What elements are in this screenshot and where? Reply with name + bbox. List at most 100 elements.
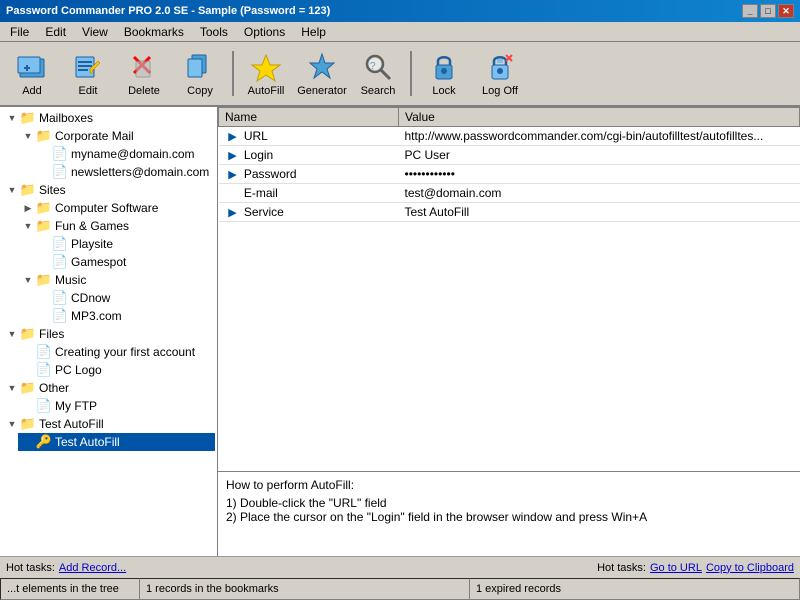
menu-tools[interactable]: Tools: [194, 23, 234, 41]
menu-bar: File Edit View Bookmarks Tools Options H…: [0, 22, 800, 42]
svg-text:?: ?: [370, 61, 376, 72]
maximize-button[interactable]: □: [760, 4, 776, 18]
tree-item-computer-software[interactable]: ▶ 📁 Computer Software: [18, 199, 215, 217]
tree-item-test-autofill[interactable]: ▶ 🔑 Test AutoFill: [18, 433, 215, 451]
folder-icon: 📁: [20, 416, 36, 432]
tree-item-mp3[interactable]: ▶ 📄 MP3.com: [34, 307, 215, 325]
tree-item-test-autofill-folder[interactable]: ▼ 📁 Test AutoFill: [2, 415, 215, 433]
delete-button[interactable]: Delete: [118, 46, 170, 101]
row-name-password: ▶ Password: [219, 165, 399, 184]
right-panel: Name Value ▶ URL http://www.passwordcomm…: [218, 107, 800, 556]
tree-label-mp3: MP3.com: [71, 309, 122, 323]
tree-panel[interactable]: ▼ 📁 Mailboxes ▼ 📁 Corporate Mail ▶ 📄 myn…: [0, 107, 218, 556]
ftp-icon: 📄: [36, 398, 52, 414]
table-row[interactable]: ▶ URL http://www.passwordcommander.com/c…: [219, 127, 800, 146]
logoff-label: Log Off: [482, 85, 518, 97]
tree-label-myftp: My FTP: [55, 399, 97, 413]
menu-file[interactable]: File: [4, 23, 35, 41]
col-header-name: Name: [219, 108, 399, 127]
expand-corporate[interactable]: ▼: [20, 128, 36, 144]
table-row[interactable]: ▶ E-mail test@domain.com: [219, 184, 800, 203]
title-bar-buttons: _ □ ✕: [742, 4, 794, 18]
folder-icon: 📁: [36, 272, 52, 288]
tree-label-mailboxes: Mailboxes: [39, 111, 93, 125]
tree-label-sites: Sites: [39, 183, 66, 197]
tree-item-myftp[interactable]: ▶ 📄 My FTP: [18, 397, 215, 415]
tree-label-gamespot: Gamespot: [71, 255, 126, 269]
menu-edit[interactable]: Edit: [39, 23, 72, 41]
row-name-service: ▶ Service: [219, 203, 399, 222]
lock-icon: [428, 51, 460, 83]
copy-icon: [184, 51, 216, 83]
logoff-button[interactable]: Log Off: [474, 46, 526, 101]
title-bar-text: Password Commander PRO 2.0 SE - Sample (…: [6, 5, 330, 17]
status-bar: ...t elements in the tree 1 records in t…: [0, 578, 800, 600]
go-to-url-link[interactable]: Go to URL: [650, 562, 702, 574]
search-icon: ?: [362, 51, 394, 83]
tree-item-sites[interactable]: ▼ 📁 Sites: [2, 181, 215, 199]
folder-icon: 📁: [20, 110, 36, 126]
lock-label: Lock: [432, 85, 455, 97]
expand-files[interactable]: ▼: [4, 326, 20, 342]
search-label: Search: [361, 85, 396, 97]
autofill-button[interactable]: AutoFill: [240, 46, 292, 101]
generator-label: Generator: [297, 85, 347, 97]
toolbar: Add Edit Delete: [0, 42, 800, 107]
table-row[interactable]: ▶ Login PC User: [219, 146, 800, 165]
expand-other[interactable]: ▼: [4, 380, 20, 396]
tree-item-mailboxes[interactable]: ▼ 📁 Mailboxes: [2, 109, 215, 127]
edit-button[interactable]: Edit: [62, 46, 114, 101]
tree-item-pclogo[interactable]: ▶ 📄 PC Logo: [18, 361, 215, 379]
generator-button[interactable]: Generator: [296, 46, 348, 101]
generator-icon: [306, 51, 338, 83]
tree-item-myname[interactable]: ▶ 📄 myname@domain.com: [34, 145, 215, 163]
menu-view[interactable]: View: [76, 23, 114, 41]
menu-bookmarks[interactable]: Bookmarks: [118, 23, 190, 41]
doc-icon: 📄: [52, 290, 68, 306]
add-icon: [16, 51, 48, 83]
file-icon: 📄: [36, 362, 52, 378]
menu-help[interactable]: Help: [295, 23, 332, 41]
copy-button[interactable]: Copy: [174, 46, 226, 101]
status-tree: ...t elements in the tree: [0, 578, 140, 600]
row-value-login: PC User: [399, 146, 800, 165]
tree-item-other[interactable]: ▼ 📁 Other: [2, 379, 215, 397]
table-row[interactable]: ▶ Password ••••••••••••: [219, 165, 800, 184]
tree-label-corporate: Corporate Mail: [55, 129, 134, 143]
tree-item-gamespot[interactable]: ▶ 📄 Gamespot: [34, 253, 215, 271]
table-row[interactable]: ▶ Service Test AutoFill: [219, 203, 800, 222]
copy-clipboard-link[interactable]: Copy to Clipboard: [706, 562, 794, 574]
expand-cs[interactable]: ▶: [20, 200, 36, 216]
expand-taf[interactable]: ▼: [4, 416, 20, 432]
add-record-link[interactable]: Add Record...: [59, 562, 126, 574]
tree-item-creating[interactable]: ▶ 📄 Creating your first account: [18, 343, 215, 361]
tree-label-cs: Computer Software: [55, 201, 158, 215]
tree-label-pclogo: PC Logo: [55, 363, 102, 377]
tree-label-creating: Creating your first account: [55, 345, 195, 359]
main-content: ▼ 📁 Mailboxes ▼ 📁 Corporate Mail ▶ 📄 myn…: [0, 107, 800, 556]
tree-item-corporate-mail[interactable]: ▼ 📁 Corporate Mail: [18, 127, 215, 145]
title-bar: Password Commander PRO 2.0 SE - Sample (…: [0, 0, 800, 22]
add-button[interactable]: Add: [6, 46, 58, 101]
tree-item-newsletters[interactable]: ▶ 📄 newsletters@domain.com: [34, 163, 215, 181]
doc-icon: 📄: [52, 164, 68, 180]
tree-item-cdnow[interactable]: ▶ 📄 CDnow: [34, 289, 215, 307]
expand-music[interactable]: ▼: [20, 272, 36, 288]
menu-options[interactable]: Options: [238, 23, 291, 41]
data-table[interactable]: Name Value ▶ URL http://www.passwordcomm…: [218, 107, 800, 471]
copy-label: Copy: [187, 85, 213, 97]
tree-item-music[interactable]: ▼ 📁 Music: [18, 271, 215, 289]
edit-label: Edit: [79, 85, 98, 97]
search-button[interactable]: ? Search: [352, 46, 404, 101]
tree-item-files[interactable]: ▼ 📁 Files: [2, 325, 215, 343]
expand-sites[interactable]: ▼: [4, 182, 20, 198]
tree-item-playsite[interactable]: ▶ 📄 Playsite: [34, 235, 215, 253]
minimize-button[interactable]: _: [742, 4, 758, 18]
expand-mailboxes[interactable]: ▼: [4, 110, 20, 126]
lock-button[interactable]: Lock: [418, 46, 470, 101]
info-step-2: 2) Place the cursor on the "Login" field…: [226, 510, 792, 524]
tree-label-fg: Fun & Games: [55, 219, 129, 233]
close-button[interactable]: ✕: [778, 4, 794, 18]
expand-fg[interactable]: ▼: [20, 218, 36, 234]
tree-item-fun-games[interactable]: ▼ 📁 Fun & Games: [18, 217, 215, 235]
